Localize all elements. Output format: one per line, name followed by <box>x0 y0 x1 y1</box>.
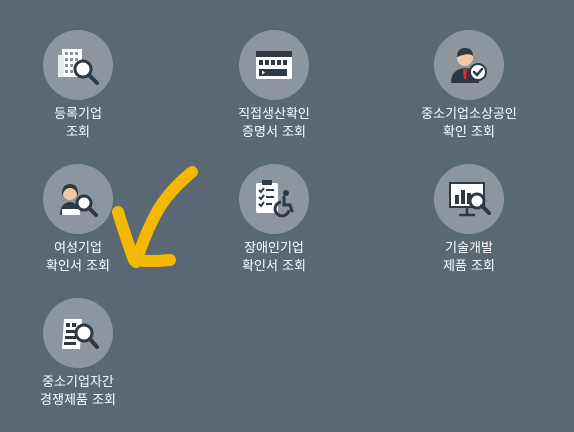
tile-sme-confirmation-lookup[interactable]: 중소기업소상공인 확인 조회 <box>389 30 549 142</box>
tile-label-line2: 확인서 조회 <box>46 259 110 274</box>
tile-label-line2: 조회 <box>66 125 90 140</box>
certificate-card-icon <box>239 30 309 100</box>
tile-direct-production-certificate-lookup[interactable]: 직접생산확인 증명서 조회 <box>194 30 354 142</box>
building-search-icon <box>43 30 113 100</box>
tile-registered-company-lookup[interactable]: 등록기업 조회 <box>0 30 158 142</box>
tile-label-line1: 등록기업 <box>54 107 102 122</box>
product-search-icon <box>43 298 113 368</box>
tile-label-line2: 확인서 조회 <box>242 259 306 274</box>
woman-search-icon <box>43 164 113 234</box>
tile-label-line1: 여성기업 <box>54 241 102 256</box>
tile-label-line2: 증명서 조회 <box>242 125 306 140</box>
tile-label-line1: 장애인기업 <box>244 241 304 256</box>
tile-tech-development-product-lookup[interactable]: 기술개발 제품 조회 <box>389 164 549 276</box>
tile-label-line2: 경쟁제품 조회 <box>40 393 116 408</box>
tile-sme-competitive-product-lookup[interactable]: 중소기업자간 경쟁제품 조회 <box>0 298 158 410</box>
tile-disabled-enterprise-certificate-lookup[interactable]: 장애인기업 확인서 조회 <box>194 164 354 276</box>
tile-label-line1: 기술개발 <box>445 241 493 256</box>
tile-label-line1: 중소기업자간 <box>42 375 114 390</box>
tile-label-line2: 확인 조회 <box>443 125 495 140</box>
tile-women-enterprise-certificate-lookup[interactable]: 여성기업 확인서 조회 <box>0 164 158 276</box>
tile-label-line1: 중소기업소상공인 <box>421 107 517 122</box>
tile-label-line2: 제품 조회 <box>443 259 495 274</box>
chart-search-icon <box>434 164 504 234</box>
businessman-check-icon <box>434 30 504 100</box>
tile-label-line1: 직접생산확인 <box>238 107 310 122</box>
checklist-wheelchair-icon <box>239 164 309 234</box>
